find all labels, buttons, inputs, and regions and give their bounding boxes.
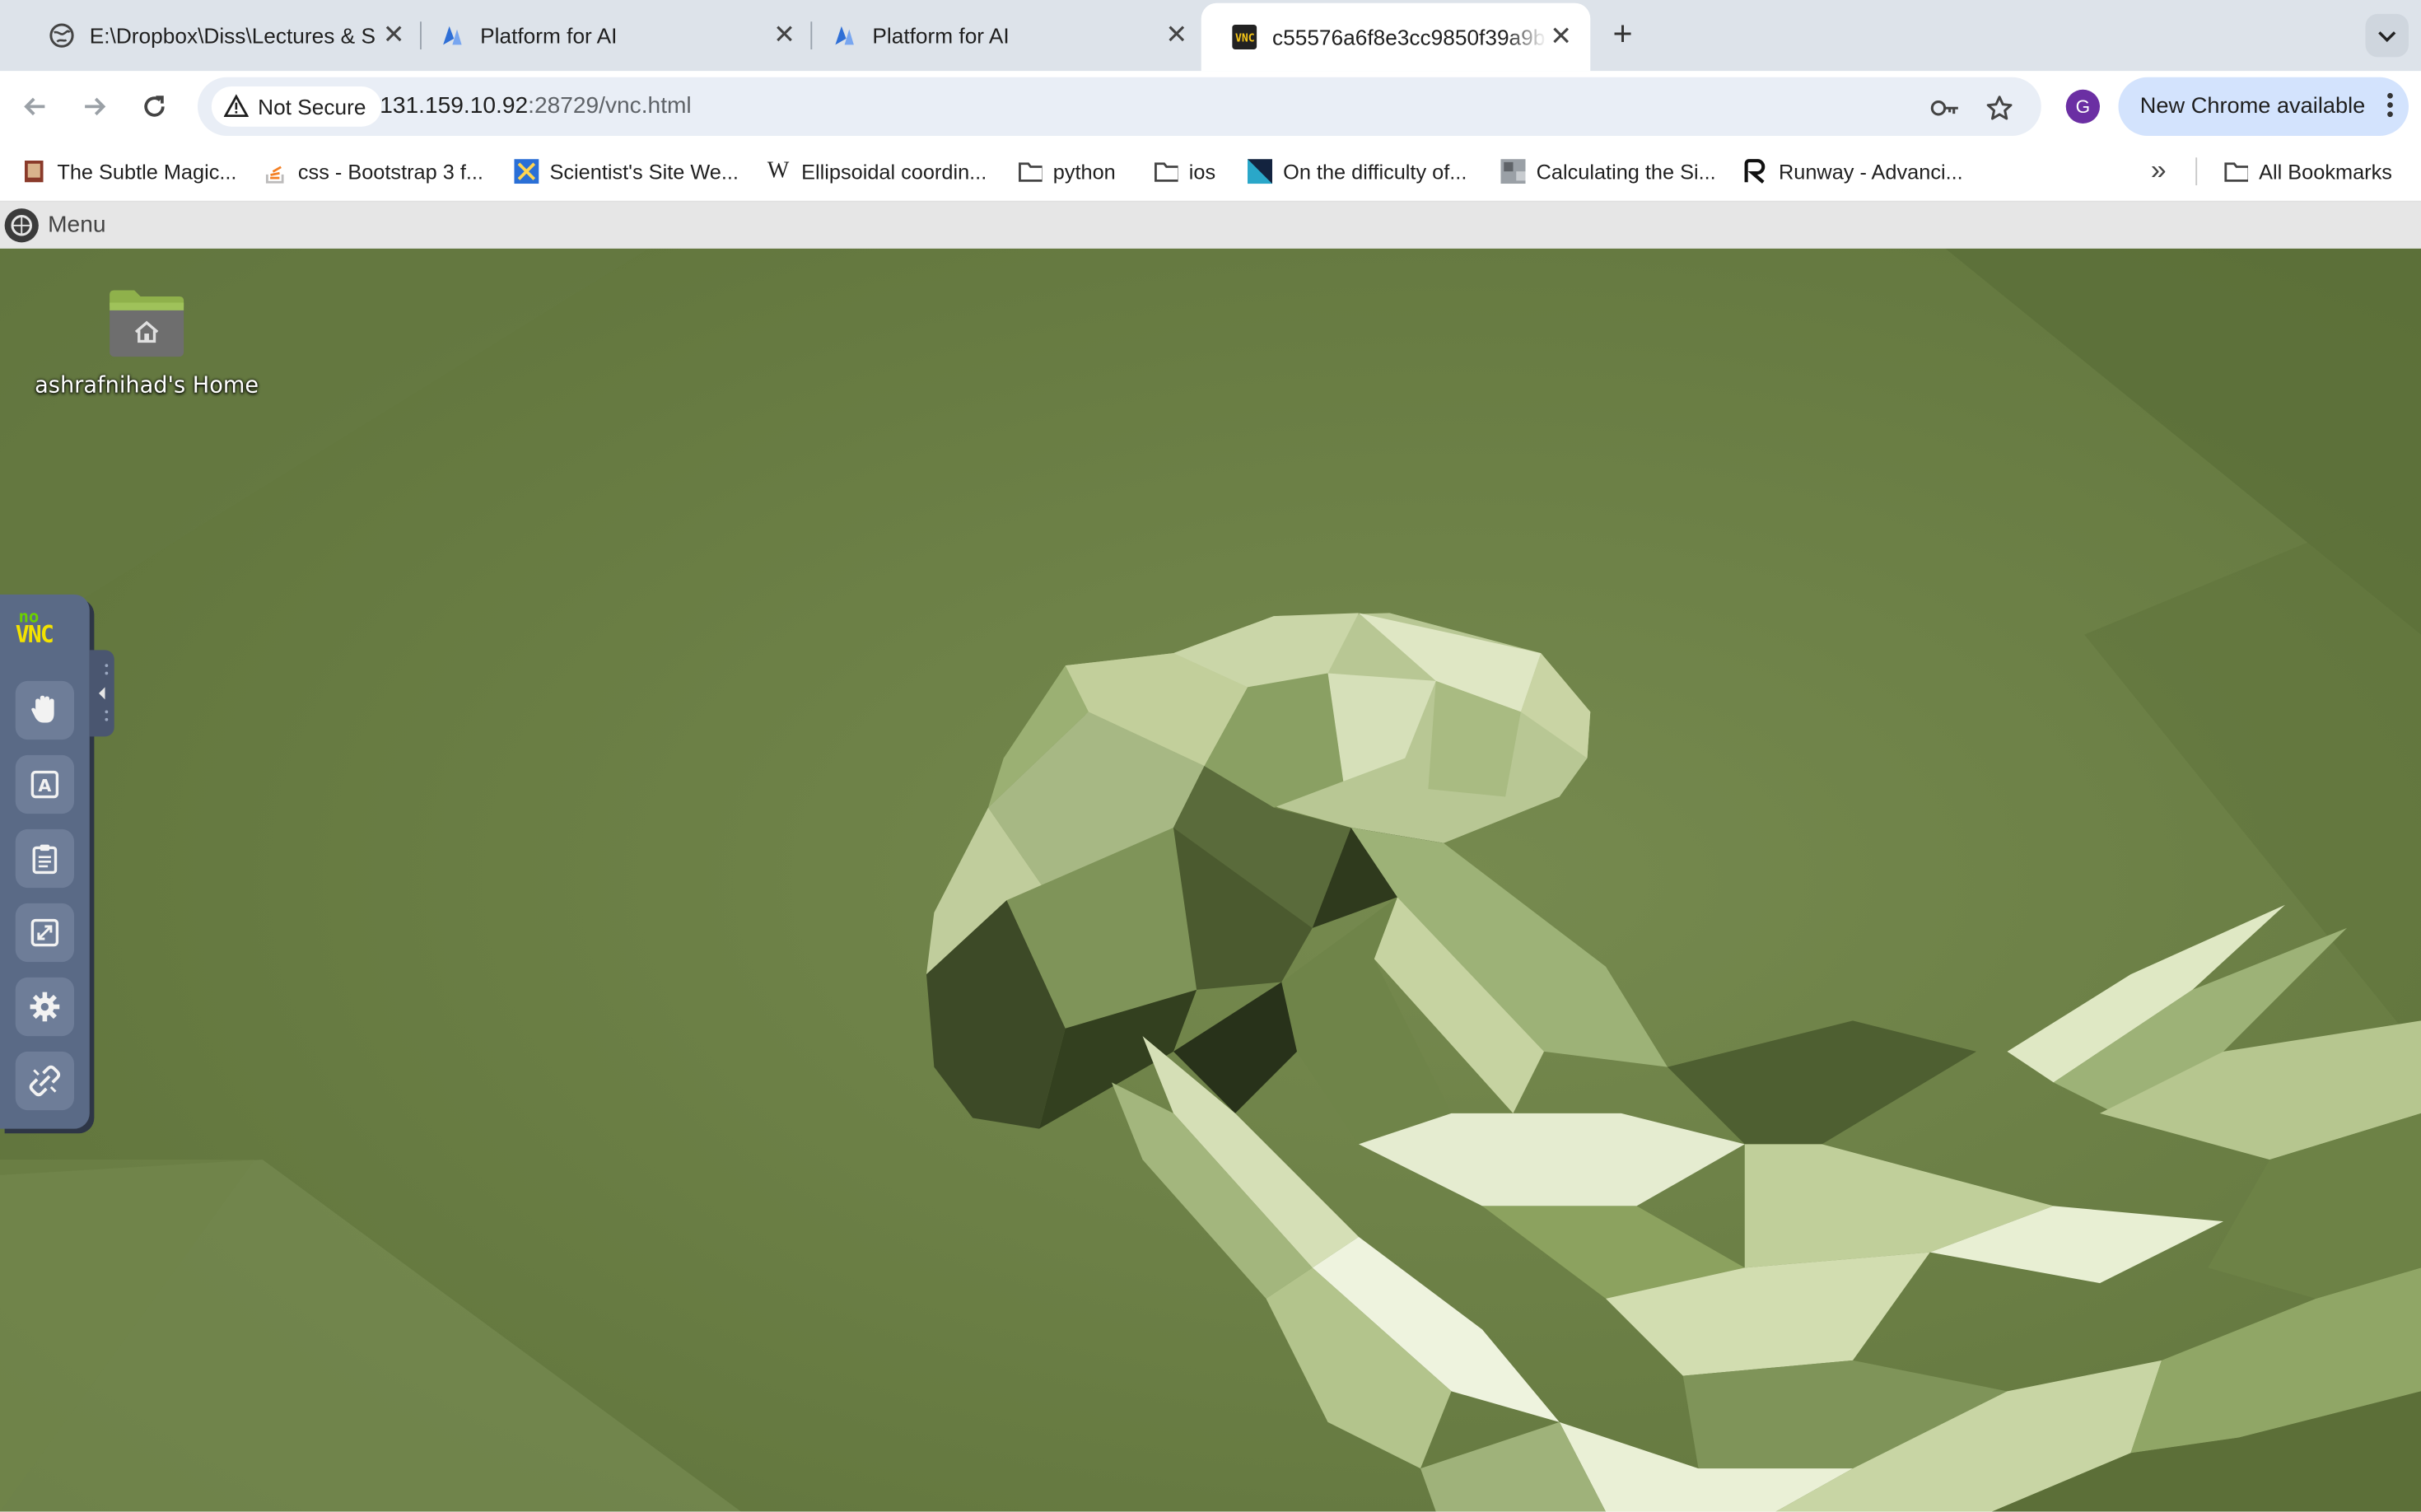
home-folder-label: ashrafnihad's Home <box>35 373 259 399</box>
drag-viewport-button[interactable] <box>15 680 74 740</box>
forward-button[interactable] <box>74 86 114 127</box>
address-bar[interactable]: Not Secure 131.159.10.92:28729/vnc.html <box>198 77 2041 136</box>
close-tab-icon[interactable]: ✕ <box>1547 21 1575 51</box>
browser-toolbar: Not Secure 131.159.10.92:28729/vnc.html … <box>0 71 2421 142</box>
url-host: 131.159.10.92 <box>380 92 529 119</box>
drag-hand-icon <box>31 695 54 723</box>
bookmarks-bar: The Subtle Magic... css - Bootstrap 3 f.… <box>0 142 2421 203</box>
bookmark-star-icon[interactable] <box>1984 93 2015 124</box>
bookmark-item[interactable]: W Ellipsoidal coordin... <box>766 156 987 187</box>
tab-platform-ai-2[interactable]: Platform for AI ✕ <box>801 5 1206 67</box>
paper-icon <box>1248 159 1272 184</box>
warning-icon <box>223 94 249 118</box>
bookmark-label: Scientist's Site We... <box>549 160 739 184</box>
platform-ai-icon <box>833 23 857 48</box>
bookmark-label: On the difficulty of... <box>1283 160 1467 184</box>
disconnect-button[interactable] <box>15 1051 74 1111</box>
fullscreen-button[interactable] <box>15 903 74 963</box>
tab-title: E:\Dropbox\Diss\Lectures & S <box>89 23 376 49</box>
bookmark-label: Ellipsoidal coordin... <box>801 160 987 184</box>
all-bookmarks-label: All Bookmarks <box>2259 160 2392 184</box>
bookmark-label: ios <box>1188 160 1216 184</box>
url-text[interactable]: 131.159.10.92:28729/vnc.html <box>380 93 691 119</box>
bookmark-item[interactable]: Calculating the Si... <box>1500 156 1716 187</box>
tab-dropbox-file[interactable]: E:\Dropbox\Diss\Lectures & S ✕ <box>19 5 423 67</box>
folder-icon <box>1018 159 1043 184</box>
folder-icon <box>1154 159 1178 184</box>
tab-title: Platform for AI <box>480 23 618 49</box>
runway-icon <box>1743 159 1768 184</box>
bookmark-label: Runway - Advanci... <box>1779 160 1963 184</box>
settings-button[interactable] <box>15 977 74 1037</box>
close-tab-icon[interactable]: ✕ <box>380 20 408 49</box>
reload-button[interactable] <box>134 86 175 127</box>
url-path: :28729/vnc.html <box>528 92 692 119</box>
chevron-down-icon <box>2378 31 2396 43</box>
tab-title: c55576a6f8e3cc9850f39a9b <box>1272 25 1546 49</box>
more-bookmarks-chevron-icon[interactable]: » <box>2143 156 2175 187</box>
image-thumb-icon <box>1500 159 1526 184</box>
bookmark-item[interactable]: Runway - Advanci... <box>1743 156 1963 187</box>
tab-strip: E:\Dropbox\Diss\Lectures & S ✕ Platform … <box>0 0 2421 72</box>
stackoverflow-icon <box>263 159 287 184</box>
all-bookmarks-button[interactable]: All Bookmarks <box>2223 156 2392 187</box>
book-icon <box>21 159 46 184</box>
settings-icon <box>30 992 60 1022</box>
mint-menu-icon[interactable] <box>3 207 40 244</box>
tab-platform-ai-1[interactable]: Platform for AI ✕ <box>409 5 814 67</box>
control-bar-handle[interactable] <box>89 650 114 737</box>
remote-desktop[interactable]: ashrafnihad's Home <box>0 248 2421 1512</box>
profile-avatar[interactable]: G <box>2065 89 2100 124</box>
bookmark-label: css - Bootstrap 3 f... <box>297 160 483 184</box>
clipboard-icon <box>32 844 58 875</box>
svg-text:VNC: VNC <box>1235 33 1255 45</box>
tab-search-button[interactable] <box>2365 13 2409 58</box>
security-chip[interactable]: Not Secure <box>211 86 382 127</box>
vnc-icon: VNC <box>1232 25 1257 49</box>
clipboard-button[interactable] <box>15 828 74 889</box>
bookmark-item[interactable]: css - Bootstrap 3 f... <box>263 156 483 187</box>
folder-icon <box>2223 159 2248 184</box>
keyboard-button[interactable]: A <box>15 754 74 814</box>
bookmark-item[interactable]: Scientist's Site We... <box>514 156 739 187</box>
menu-label[interactable]: Menu <box>48 212 105 238</box>
kebab-menu-icon[interactable] <box>2387 91 2394 125</box>
password-key-icon[interactable] <box>1930 93 1962 124</box>
reload-icon <box>144 96 165 117</box>
tab-vnc-active[interactable]: VNC c55576a6f8e3cc9850f39a9b ✕ <box>1201 2 1591 72</box>
bookmark-label: Calculating the Si... <box>1536 160 1716 184</box>
new-chrome-available-button[interactable]: New Chrome available <box>2118 77 2409 136</box>
tab-title: Platform for AI <box>872 23 1010 49</box>
bookmark-label: The Subtle Magic... <box>57 160 237 184</box>
divider <box>2195 157 2198 185</box>
svg-text:A: A <box>38 776 51 796</box>
bookmark-folder[interactable]: ios <box>1154 156 1215 187</box>
back-button[interactable] <box>16 86 56 127</box>
globe-icon <box>49 23 74 48</box>
bookmark-folder[interactable]: python <box>1018 156 1116 187</box>
platform-ai-icon <box>440 23 464 48</box>
collapse-arrow-icon <box>99 664 109 721</box>
remote-desktop-panel: Menu <box>0 202 2421 250</box>
close-tab-icon[interactable]: ✕ <box>771 20 799 49</box>
jellyfish-wallpaper <box>0 248 2421 1512</box>
close-tab-icon[interactable]: ✕ <box>1163 20 1191 49</box>
new-tab-button[interactable]: + <box>1606 16 1640 53</box>
scientist-site-icon <box>514 159 539 184</box>
bookmark-item[interactable]: On the difficulty of... <box>1248 156 1467 187</box>
fullscreen-icon <box>30 918 59 947</box>
update-label: New Chrome available <box>2139 94 2366 119</box>
home-folder-shortcut[interactable]: ashrafnihad's Home <box>31 286 263 399</box>
bookmark-label: python <box>1052 160 1116 184</box>
security-label: Not Secure <box>258 94 366 119</box>
bookmark-item[interactable]: The Subtle Magic... <box>21 156 236 187</box>
home-folder-icon <box>110 290 184 357</box>
disconnect-icon <box>29 1065 61 1097</box>
keyboard-icon: A <box>30 770 59 799</box>
arrow-left-icon <box>24 97 45 116</box>
arrow-right-icon <box>85 97 106 116</box>
wikipedia-icon: W <box>767 158 790 184</box>
novnc-logo: no VNC <box>15 606 54 649</box>
